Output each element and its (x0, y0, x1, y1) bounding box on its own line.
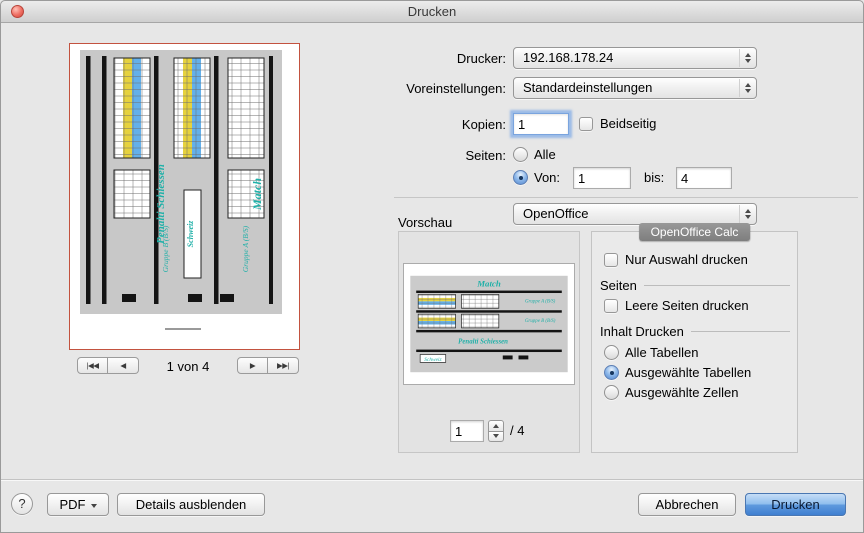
section-divider (394, 197, 858, 198)
page-indicator: 1 von 4 (139, 359, 237, 374)
svg-text:Gruppe B (B/S): Gruppe B (B/S) (525, 319, 556, 324)
pages-section-heading: Seiten (600, 278, 790, 293)
preview-nav-right: ▶ ▶▶| (237, 357, 299, 374)
printer-popup[interactable]: 192.168.178.24 (513, 47, 757, 69)
pages-label: Seiten: (346, 148, 506, 163)
last-page-button[interactable]: ▶▶| (268, 357, 299, 374)
chevron-down-icon (91, 504, 97, 508)
pages-all-label: Alle (534, 147, 556, 162)
popup-arrows-icon (739, 49, 755, 67)
previous-page-button[interactable]: ◀ (108, 357, 139, 374)
calc-panel-title: OpenOffice Calc (639, 223, 751, 241)
selected-cells-radio[interactable] (604, 385, 619, 400)
presets-label: Voreinstellungen: (346, 81, 506, 96)
printer-popup-value: 192.168.178.24 (523, 48, 613, 68)
pages-from-radio[interactable] (513, 170, 528, 185)
preview-page-stepper (488, 420, 504, 442)
duplex-label: Beidseitig (600, 116, 656, 131)
selected-tables-radio[interactable] (604, 365, 619, 380)
svg-text:Gruppe A (B/S): Gruppe A (B/S) (241, 225, 250, 272)
pages-all-radio[interactable] (513, 147, 528, 162)
stepper-down-icon[interactable] (488, 432, 504, 443)
title-bar: Drucken (1, 1, 863, 23)
presets-popup-value: Standardeinstellungen (523, 78, 652, 98)
duplex-checkbox[interactable] (579, 117, 593, 131)
empty-pages-checkbox[interactable] (604, 299, 618, 313)
pages-to-input[interactable] (676, 167, 732, 189)
hide-details-button[interactable]: Details ausblenden (117, 493, 265, 516)
preview-page-total: / 4 (510, 423, 524, 438)
presets-popup[interactable]: Standardeinstellungen (513, 77, 757, 99)
selected-cells-label: Ausgewählte Zellen (625, 385, 738, 400)
svg-text:Gruppe B (B/S): Gruppe B (B/S) (161, 225, 170, 272)
only-selection-checkbox[interactable] (604, 253, 618, 267)
footer-divider (1, 479, 863, 480)
app-options-popup-value: OpenOffice (523, 204, 589, 224)
preview-page-input[interactable] (450, 420, 484, 442)
all-tables-label: Alle Tabellen (625, 345, 698, 360)
svg-text:Schweiz: Schweiz (424, 357, 442, 363)
copies-label: Kopien: (346, 117, 506, 132)
mini-preview-graphic: Match (404, 264, 574, 384)
svg-text:Penalti Schiessen: Penalti Schiessen (458, 339, 508, 346)
document-preview-graphic: Penalti Schiessen Match Gruppe A (B/S) G… (70, 44, 298, 348)
copies-input[interactable] (513, 113, 569, 135)
calc-options-panel: OpenOffice Calc Nur Auswahl drucken Seit… (591, 231, 798, 453)
svg-text:Gruppe A (B/S): Gruppe A (B/S) (525, 299, 556, 304)
popup-arrows-icon (739, 205, 755, 223)
empty-pages-label: Leere Seiten drucken (625, 298, 749, 313)
window-title: Drucken (1, 1, 863, 23)
svg-text:Match: Match (250, 178, 264, 211)
print-dialog: Drucken (0, 0, 864, 533)
pages-from-label: Von: (534, 170, 560, 185)
first-page-button[interactable]: |◀◀ (77, 357, 108, 374)
app-options-popup[interactable]: OpenOffice (513, 203, 757, 225)
help-icon: ? (18, 496, 25, 511)
preview-nav-left: |◀◀ ◀ (77, 357, 139, 374)
svg-text:Match: Match (476, 279, 501, 289)
vorschau-label: Vorschau (398, 215, 452, 230)
print-button[interactable]: Drucken (745, 493, 846, 516)
content-section-heading: Inhalt Drucken (600, 324, 790, 339)
help-button[interactable]: ? (11, 493, 33, 515)
popup-arrows-icon (739, 79, 755, 97)
pdf-button-label: PDF (60, 497, 86, 512)
pages-from-input[interactable] (573, 167, 631, 189)
pdf-menu-button[interactable]: PDF (47, 493, 109, 516)
mini-preview-page: Match (403, 263, 575, 385)
all-tables-radio[interactable] (604, 345, 619, 360)
next-page-button[interactable]: ▶ (237, 357, 268, 374)
document-preview: Penalti Schiessen Match Gruppe A (B/S) G… (69, 43, 300, 350)
vorschau-box: Match (398, 231, 580, 453)
stepper-up-icon[interactable] (488, 420, 504, 432)
content-section-label: Inhalt Drucken (600, 324, 684, 339)
pages-section-label: Seiten (600, 278, 637, 293)
only-selection-label: Nur Auswahl drucken (625, 252, 748, 267)
cancel-button[interactable]: Abbrechen (638, 493, 736, 516)
pages-to-label: bis: (644, 170, 664, 185)
printer-label: Drucker: (346, 51, 506, 66)
selected-tables-label: Ausgewählte Tabellen (625, 365, 751, 380)
svg-text:Schweiz: Schweiz (186, 220, 195, 248)
